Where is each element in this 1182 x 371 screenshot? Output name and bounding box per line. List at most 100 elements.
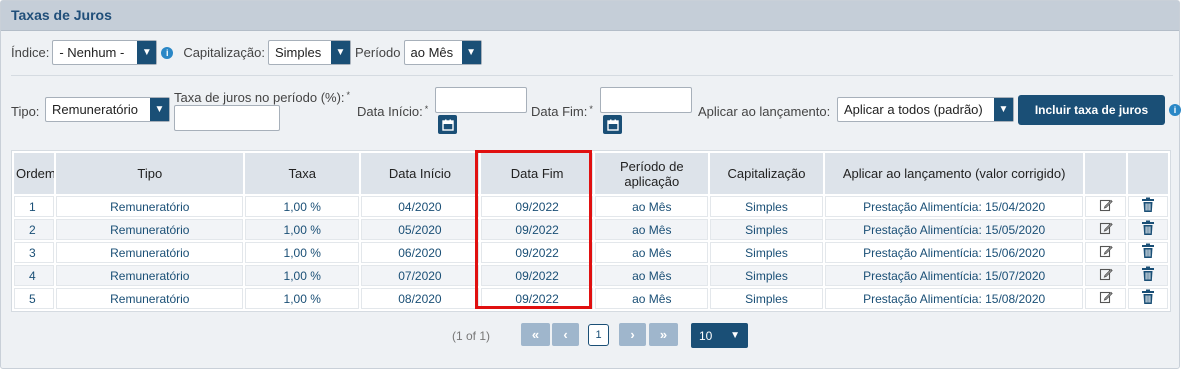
cell-taxa: 1,00 % [245,242,360,263]
periodo-value: ao Mês [410,45,454,60]
cell-ordem: 3 [14,242,55,263]
aplicar-value: Aplicar a todos (padrão) [844,102,983,117]
trash-icon [1141,197,1155,216]
cell-data-inicio: 04/2020 [361,196,479,217]
chevron-down-icon: ▼ [330,41,350,64]
cell-periodo: ao Mês [595,196,709,217]
page-info: (1 of 1) [452,329,491,343]
cell-ordem: 2 [14,219,55,240]
prev-page-button[interactable]: ‹ [552,323,579,346]
cell-data-fim: 09/2022 [480,288,594,309]
cell-capitalizacao: Simples [710,265,823,286]
calendar-icon[interactable] [603,115,622,134]
cell-data-fim: 09/2022 [480,265,594,286]
cell-data-inicio: 06/2020 [361,242,479,263]
cell-data-fim: 09/2022 [480,219,594,240]
delete-button[interactable] [1127,242,1168,263]
include-rate-button[interactable]: Incluir taxa de juros [1018,95,1165,125]
paginator: (1 of 1) « ‹ 1 › » 10 ▼ [1,323,1181,349]
divider [11,75,1173,76]
col-header-tipo[interactable]: Tipo [56,153,244,194]
capitalizacao-select[interactable]: Simples ▼ [267,40,351,65]
info-icon[interactable]: i [1169,104,1181,116]
delete-button[interactable] [1127,219,1168,240]
edit-button[interactable] [1085,288,1126,309]
delete-button[interactable] [1127,196,1168,217]
periodo-select[interactable]: ao Mês ▼ [403,40,482,65]
cell-ordem: 1 [14,196,55,217]
last-page-button[interactable]: » [649,323,678,346]
col-header-aplicar[interactable]: Aplicar ao lançamento (valor corrigido) [824,153,1084,194]
edit-button[interactable] [1085,242,1126,263]
chevron-left-icon: ‹ [563,327,568,342]
col-header-taxa[interactable]: Taxa [245,153,360,194]
trash-icon [1141,289,1155,308]
cell-data-fim: 09/2022 [480,196,594,217]
cell-tipo: Remuneratório [56,242,244,263]
edit-icon [1099,291,1113,307]
trash-icon [1141,243,1155,262]
cell-aplicar: Prestação Alimentícia: 15/07/2020 [824,265,1084,286]
aplicar-label: Aplicar ao lançamento: [698,104,831,119]
double-chevron-left-icon: « [531,327,540,342]
aplicar-select[interactable]: Aplicar a todos (padrão) ▼ [837,97,1014,122]
cell-data-inicio: 07/2020 [361,265,479,286]
chevron-down-icon: ▼ [730,330,740,341]
taxa-label: Taxa de juros no período (%): * [174,90,351,105]
tipo-select[interactable]: Remuneratório ▼ [45,97,170,122]
cell-periodo: ao Mês [595,242,709,263]
col-header-data-inicio[interactable]: Data Início [361,153,479,194]
cell-taxa: 1,00 % [245,265,360,286]
trash-icon [1141,220,1155,239]
capitalizacao-value: Simples [274,45,322,60]
col-header-periodo[interactable]: Período de aplicação [595,153,709,194]
chevron-down-icon: ▼ [461,41,481,64]
cell-taxa: 1,00 % [245,288,360,309]
taxa-input[interactable] [174,105,280,131]
table-row[interactable]: 1 Remuneratório 1,00 % 04/2020 09/2022 ao Mês… [14,196,1168,217]
cell-capitalizacao: Simples [710,219,823,240]
data-fim-input[interactable] [600,87,692,113]
cell-tipo: Remuneratório [56,265,244,286]
double-chevron-right-icon: » [659,327,668,342]
cell-data-inicio: 08/2020 [361,288,479,309]
edit-button[interactable] [1085,219,1126,240]
chevron-down-icon: ▼ [994,98,1013,121]
current-page-button[interactable]: 1 [588,324,609,346]
panel-title: Taxas de Juros [1,1,1179,31]
table-row[interactable]: 5 Remuneratório 1,00 % 08/2020 09/2022 ao Mês… [14,288,1168,309]
page-size-select[interactable]: 10 ▼ [691,323,748,348]
data-inicio-label: Data Início: * [357,104,429,119]
rates-table: Ordem Tipo Taxa Data Início Data Fim Per… [11,150,1171,312]
table-row[interactable]: 2 Remuneratório 1,00 % 05/2020 09/2022 ao Mês… [14,219,1168,240]
cell-periodo: ao Mês [595,288,709,309]
info-icon[interactable]: i [161,46,174,59]
chevron-right-icon: › [630,327,635,342]
col-header-delete [1127,153,1168,194]
tipo-value: Remuneratório [52,102,138,117]
filters-row: Índice: - Nenhum - ▼ i Capitalização: Si… [11,40,482,65]
page-size-value: 10 [699,328,713,343]
cell-periodo: ao Mês [595,265,709,286]
cell-aplicar: Prestação Alimentícia: 15/06/2020 [824,242,1084,263]
edit-button[interactable] [1085,196,1126,217]
col-header-edit [1085,153,1126,194]
edit-icon [1099,268,1113,284]
table-row[interactable]: 3 Remuneratório 1,00 % 06/2020 09/2022 ao Mês… [14,242,1168,263]
next-page-button[interactable]: › [619,323,646,346]
col-header-ordem[interactable]: Ordem [14,153,55,194]
edit-button[interactable] [1085,265,1126,286]
cell-periodo: ao Mês [595,219,709,240]
delete-button[interactable] [1127,265,1168,286]
col-header-data-fim[interactable]: Data Fim [480,153,594,194]
table-row[interactable]: 4 Remuneratório 1,00 % 07/2020 09/2022 ao Mês… [14,265,1168,286]
cell-taxa: 1,00 % [245,196,360,217]
delete-button[interactable] [1127,288,1168,309]
first-page-button[interactable]: « [521,323,550,346]
col-header-capitalizacao[interactable]: Capitalização [710,153,823,194]
calendar-icon[interactable] [438,115,457,134]
data-inicio-input[interactable] [435,87,527,113]
cell-data-inicio: 05/2020 [361,219,479,240]
indice-select[interactable]: - Nenhum - ▼ [52,40,158,65]
cell-capitalizacao: Simples [710,242,823,263]
